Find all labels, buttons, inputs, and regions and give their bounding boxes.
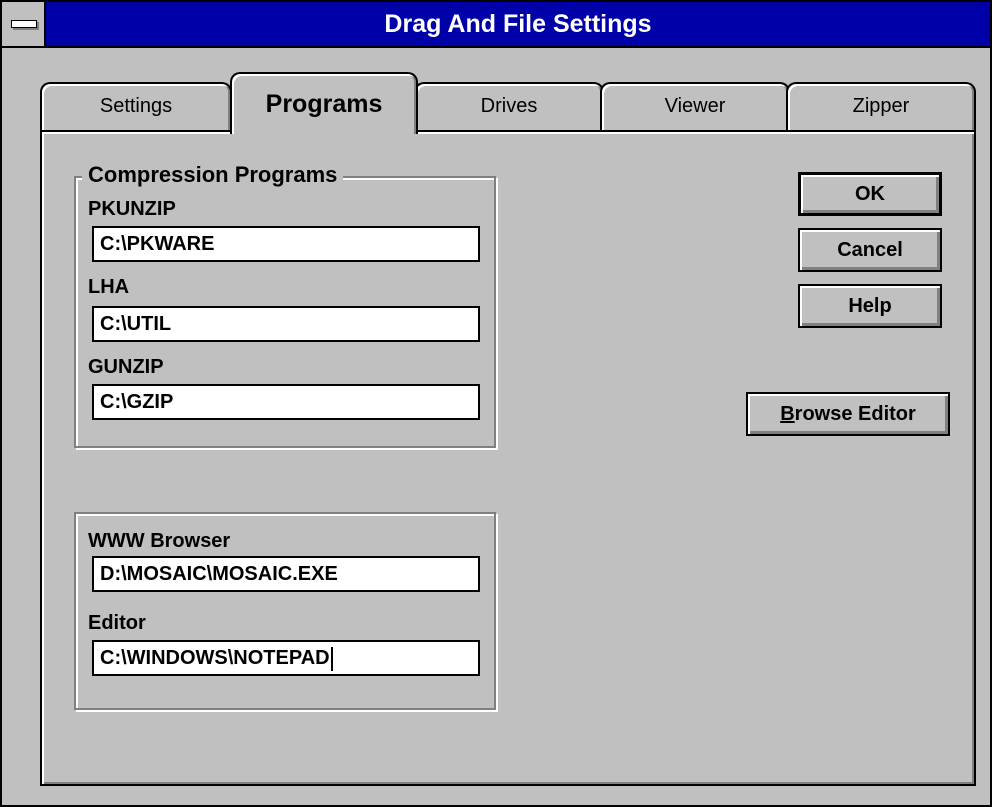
text-caret (330, 646, 333, 671)
lha-path-input[interactable]: C:\UTIL (92, 306, 480, 342)
browse-editor-button[interactable]: Browse Editor (746, 392, 950, 436)
www-browser-path-input[interactable]: D:\MOSAIC\MOSAIC.EXE (92, 556, 480, 592)
tab-programs[interactable]: Programs (230, 72, 418, 134)
editor-label: Editor (88, 612, 146, 634)
system-menu-button[interactable] (2, 2, 46, 46)
tab-zipper[interactable]: Zipper (786, 82, 976, 132)
cancel-button[interactable]: Cancel (798, 228, 942, 272)
settings-dialog: Drag And File Settings Settings Programs… (0, 0, 992, 807)
tab-settings[interactable]: Settings (40, 82, 232, 132)
gunzip-path-input[interactable]: C:\GZIP (92, 384, 480, 420)
compression-programs-caption: Compression Programs (82, 162, 344, 188)
window-title: Drag And File Settings (384, 10, 652, 38)
browse-editor-mnemonic: B (780, 403, 795, 425)
tab-drives[interactable]: Drives (414, 82, 604, 132)
system-menu-icon (11, 20, 37, 28)
www-browser-label: WWW Browser (88, 530, 231, 552)
pkunzip-path-input[interactable]: C:\PKWARE (92, 226, 480, 262)
help-button[interactable]: Help (798, 284, 942, 328)
editor-path-input[interactable]: C:\WINDOWS\NOTEPAD (92, 640, 480, 676)
gunzip-label: GUNZIP (88, 356, 164, 378)
title-bar[interactable]: Drag And File Settings (2, 2, 990, 48)
tab-viewer[interactable]: Viewer (600, 82, 790, 132)
lha-label: LHA (88, 276, 130, 298)
programs-tab-panel: Compression Programs PKUNZIP C:\PKWARE L… (40, 130, 976, 786)
editor-path-value: C:\WINDOWS\NOTEPAD (100, 647, 330, 669)
browse-editor-label: rowse Editor (794, 403, 916, 425)
ok-button[interactable]: OK (798, 172, 942, 216)
pkunzip-label: PKUNZIP (88, 198, 176, 220)
tab-strip: Settings Programs Drives Viewer Zipper (40, 72, 976, 134)
